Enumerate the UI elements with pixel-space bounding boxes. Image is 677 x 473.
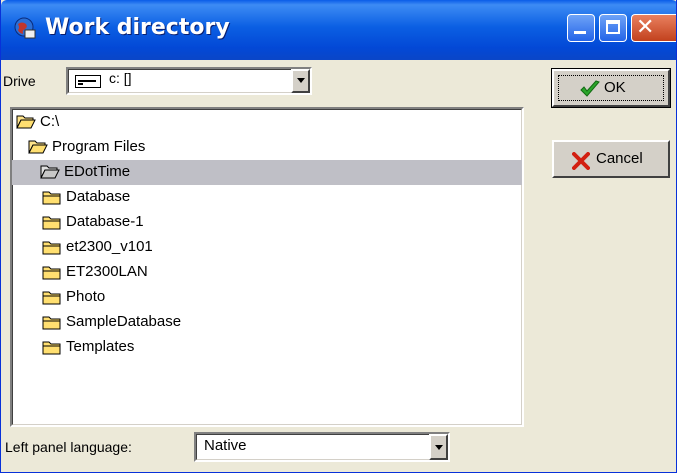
drive-icon [75, 75, 101, 88]
drive-label: Drive [3, 73, 36, 89]
folder-icon [42, 289, 62, 305]
drive-select-frame [68, 69, 310, 93]
tree-item[interactable]: EDotTime [12, 160, 522, 185]
tree-item[interactable]: ET2300LAN [12, 260, 522, 285]
minimize-button[interactable] [567, 14, 595, 42]
minimize-icon [574, 31, 586, 34]
cancel-button[interactable]: Cancel [552, 140, 670, 178]
folder-tree[interactable]: C:\ Program Files EDotTime Database Database… [10, 107, 524, 427]
checkmark-icon [580, 80, 600, 97]
tree-item[interactable]: Database [12, 185, 522, 210]
tree-item-label: Templates [66, 338, 135, 355]
tree-item[interactable]: Database-1 [12, 210, 522, 235]
tree-item-label: et2300_v101 [66, 238, 153, 255]
folder-icon [42, 264, 62, 280]
close-icon: ✕ [636, 15, 655, 40]
folder-open-icon [40, 164, 60, 180]
title-bar[interactable]: Work directory ✕ [1, 0, 676, 60]
tree-item[interactable]: Program Files [12, 135, 522, 160]
folder-open-icon [28, 139, 48, 155]
language-dropdown-button[interactable] [429, 434, 448, 460]
chevron-down-icon [435, 445, 443, 450]
folder-icon [42, 314, 62, 330]
tree-item[interactable]: SampleDatabase [12, 310, 522, 335]
ok-label: OK [604, 79, 626, 96]
tree-item-label: Database [66, 188, 131, 205]
cancel-label: Cancel [596, 150, 643, 167]
tree-item-label: ET2300LAN [66, 263, 148, 280]
maximize-icon [606, 20, 620, 34]
folder-icon [42, 239, 62, 255]
language-label: Left panel language: [5, 439, 132, 455]
x-icon [572, 152, 590, 170]
tree-item-label: Photo [66, 288, 106, 305]
language-select[interactable]: Native [194, 432, 450, 462]
globe-folder-icon [14, 17, 36, 39]
folder-open-icon [16, 114, 36, 130]
maximize-button[interactable] [599, 14, 627, 42]
close-button[interactable]: ✕ [631, 14, 676, 42]
tree-item[interactable]: Templates [12, 335, 522, 360]
tree-item-label: Program Files [52, 138, 146, 155]
tree-item[interactable]: Photo [12, 285, 522, 310]
folder-icon [42, 339, 62, 355]
tree-item-label: Database-1 [66, 213, 144, 230]
folder-icon [42, 189, 62, 205]
chevron-down-icon [297, 78, 305, 83]
window-title: Work directory [45, 15, 230, 40]
tree-item[interactable]: C:\ [12, 110, 522, 135]
tree-item-label: SampleDatabase [66, 313, 182, 330]
tree-item-label: EDotTime [64, 163, 131, 180]
drive-dropdown-button[interactable] [291, 69, 310, 93]
tree-item-label: C:\ [40, 113, 60, 130]
drive-value: c: [] [109, 70, 132, 86]
work-directory-window: Work directory ✕ Drive c: [] C:\ Program … [0, 0, 677, 473]
folder-icon [42, 214, 62, 230]
language-value: Native [204, 437, 247, 454]
tree-item[interactable]: et2300_v101 [12, 235, 522, 260]
ok-button[interactable]: OK [551, 68, 671, 108]
drive-select[interactable]: c: [] [66, 67, 312, 95]
